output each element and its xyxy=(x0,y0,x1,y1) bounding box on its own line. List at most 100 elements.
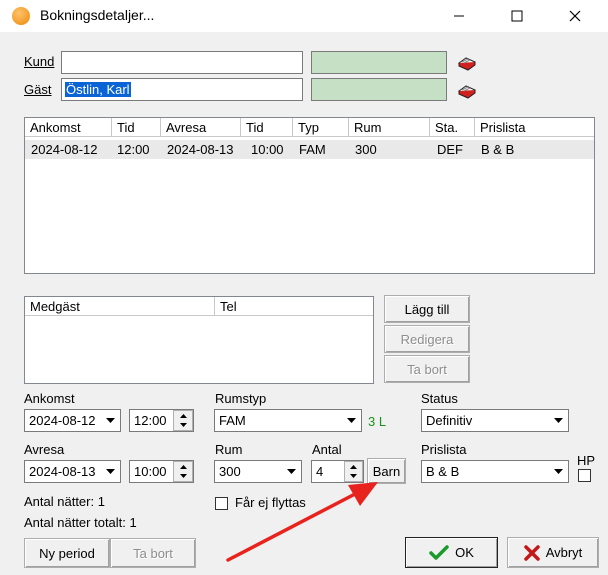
cell-ankomst: 2024-08-12 xyxy=(31,142,98,157)
chevron-down-icon xyxy=(550,462,567,481)
minimize-button[interactable] xyxy=(436,0,482,32)
ankomst-date-select[interactable]: 2024-08-12 xyxy=(24,409,121,432)
hp-label: HP xyxy=(577,453,596,468)
barn-button[interactable]: Barn xyxy=(367,458,406,484)
antal-spin[interactable] xyxy=(344,461,363,482)
bookings-list[interactable]: Ankomst Tid Avresa Tid Typ Rum Sta. Pris… xyxy=(24,117,595,274)
maximize-button[interactable] xyxy=(494,0,540,32)
ankomst-time-value: 12:00 xyxy=(134,413,167,428)
cell-prislista: B & B xyxy=(481,142,515,157)
barn-label: Barn xyxy=(372,463,401,479)
rumstyp-select[interactable]: FAM xyxy=(214,409,362,432)
guests-list[interactable]: Medgäst Tel xyxy=(24,296,374,384)
rum-label: Rum xyxy=(215,442,243,457)
edit-guest-button[interactable]: Redigera xyxy=(384,325,470,353)
checkmark-icon xyxy=(429,544,449,560)
x-icon xyxy=(523,544,540,561)
chevron-down-icon xyxy=(550,411,567,430)
edit-guest-label: Redigera xyxy=(400,331,454,347)
table-row[interactable]: 2024-08-12 12:00 2024-08-13 10:00 FAM 30… xyxy=(25,140,594,159)
cell-typ: FAM xyxy=(299,142,326,157)
cell-rum: 300 xyxy=(355,142,377,157)
col-tid-2[interactable]: Tid xyxy=(241,118,293,137)
col-typ[interactable]: Typ xyxy=(293,118,349,137)
chevron-down-icon xyxy=(102,411,119,430)
ankomst-date-value: 2024-08-12 xyxy=(29,413,96,428)
add-guest-button[interactable]: Lägg till xyxy=(384,295,470,323)
cancel-button[interactable]: Avbryt xyxy=(507,537,599,568)
close-button[interactable] xyxy=(552,0,598,32)
avresa-date-select[interactable]: 2024-08-13 xyxy=(24,460,121,483)
status-value: Definitiv xyxy=(426,413,473,428)
cell-tid-2: 10:00 xyxy=(251,142,284,157)
gast-field[interactable]: Östlin, Karl xyxy=(61,78,303,101)
col-prislista[interactable]: Prislista xyxy=(475,118,594,137)
rumstyp-label: Rumstyp xyxy=(215,391,267,406)
spin-down-icon[interactable] xyxy=(345,472,362,482)
cell-sta: DEF xyxy=(437,142,463,157)
guests-header: Medgäst Tel xyxy=(25,297,373,316)
rumstyp-value: FAM xyxy=(219,413,246,428)
gast-label: Gäst xyxy=(24,82,52,97)
gast-extra-field xyxy=(311,78,447,101)
spin-up-icon[interactable] xyxy=(174,411,192,421)
remove-period-button[interactable]: Ta bort xyxy=(110,538,196,568)
col-sta[interactable]: Sta. xyxy=(430,118,475,137)
prislista-label: Prislista xyxy=(421,442,467,457)
kund-extra-field xyxy=(311,51,447,74)
ok-button[interactable]: OK xyxy=(405,537,498,568)
cancel-label: Avbryt xyxy=(545,545,583,560)
window-title: Bokningsdetaljer... xyxy=(40,7,155,23)
avresa-time-spin[interactable] xyxy=(173,461,193,482)
ok-label: OK xyxy=(455,545,474,560)
no-move-checkbox[interactable] xyxy=(215,497,228,510)
avresa-date-value: 2024-08-13 xyxy=(29,464,96,479)
nights-total-text: Antal nätter totalt: 1 xyxy=(24,515,137,530)
cell-tid: 12:00 xyxy=(117,142,150,157)
kund-lookup-button[interactable] xyxy=(456,54,478,75)
remove-guest-button[interactable]: Ta bort xyxy=(384,355,470,383)
card-file-icon xyxy=(457,85,477,99)
rum-value: 300 xyxy=(219,464,241,479)
bookings-header: Ankomst Tid Avresa Tid Typ Rum Sta. Pris… xyxy=(25,118,594,137)
rumstyp-count: 3 L xyxy=(368,414,387,429)
kund-label: Kund xyxy=(24,54,55,69)
remove-period-label: Ta bort xyxy=(133,545,173,561)
spin-down-icon[interactable] xyxy=(174,472,192,482)
col-rum[interactable]: Rum xyxy=(349,118,430,137)
card-file-icon xyxy=(457,57,477,71)
col-avresa[interactable]: Avresa xyxy=(161,118,241,137)
chevron-down-icon xyxy=(343,411,360,430)
chevron-down-icon xyxy=(283,462,300,481)
maximize-icon xyxy=(511,10,523,22)
ankomst-time-spin[interactable] xyxy=(173,410,193,431)
nights-text: Antal nätter: 1 xyxy=(24,494,105,509)
rum-select[interactable]: 300 xyxy=(214,460,302,483)
gast-lookup-button[interactable] xyxy=(456,82,478,103)
prislista-value: B & B xyxy=(426,464,460,479)
hp-checkbox[interactable] xyxy=(578,469,591,482)
col-ankomst[interactable]: Ankomst xyxy=(25,118,112,137)
antal-value: 4 xyxy=(316,464,324,479)
remove-guest-label: Ta bort xyxy=(407,361,447,377)
spin-down-icon[interactable] xyxy=(174,421,192,431)
ankomst-label: Ankomst xyxy=(24,391,75,406)
status-select[interactable]: Definitiv xyxy=(421,409,569,432)
cell-avresa: 2024-08-13 xyxy=(167,142,234,157)
col-tid[interactable]: Tid xyxy=(112,118,161,137)
spin-up-icon[interactable] xyxy=(345,462,362,472)
gast-value: Östlin, Karl xyxy=(65,82,131,97)
spin-up-icon[interactable] xyxy=(174,462,192,472)
minimize-icon xyxy=(454,15,464,17)
app-icon xyxy=(12,7,30,25)
antal-label: Antal xyxy=(312,442,342,457)
new-period-label: Ny period xyxy=(39,545,95,561)
col-medgast[interactable]: Medgäst xyxy=(25,297,215,316)
prislista-select[interactable]: B & B xyxy=(421,460,569,483)
avresa-time-value: 10:00 xyxy=(134,464,167,479)
avresa-label: Avresa xyxy=(24,442,65,457)
new-period-button[interactable]: Ny period xyxy=(24,538,110,568)
kund-field[interactable] xyxy=(61,51,303,74)
close-icon xyxy=(569,10,581,22)
col-tel[interactable]: Tel xyxy=(215,297,373,316)
